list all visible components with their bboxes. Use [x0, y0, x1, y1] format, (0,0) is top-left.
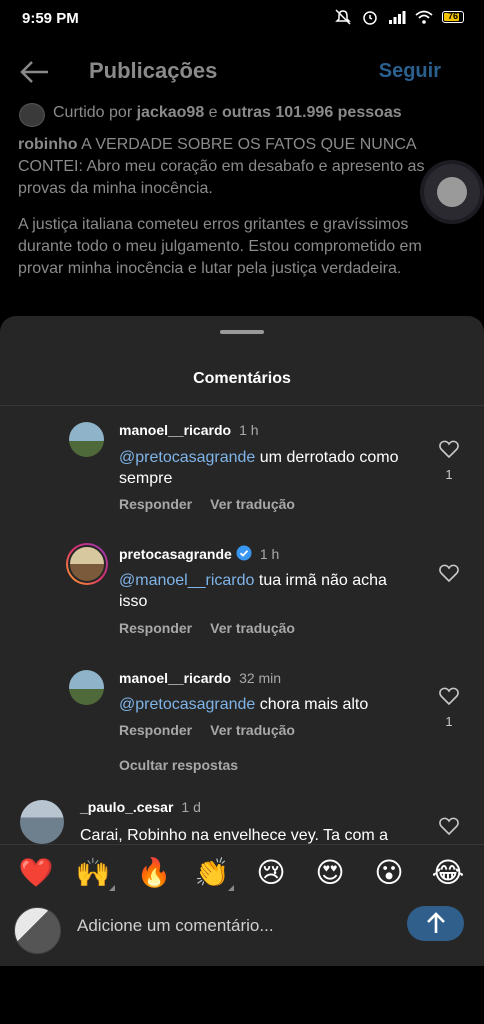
send-button[interactable]: [407, 906, 464, 941]
emoji-heart-eyes[interactable]: 😍: [312, 857, 348, 889]
reply-button[interactable]: Responder: [119, 722, 192, 738]
hide-replies-button[interactable]: Ocultar respostas: [119, 757, 238, 773]
divider: [0, 405, 484, 406]
emoji-glyph: 👏: [194, 856, 230, 889]
comment-username[interactable]: manoel__ricardo: [119, 670, 231, 686]
liked-prefix: Curtido por: [53, 104, 133, 121]
emoji-glyph: 🙌: [75, 856, 111, 889]
emoji-clap[interactable]: 👏: [194, 856, 234, 891]
comment-username[interactable]: manoel__ricardo: [119, 422, 231, 438]
sheet-drag-handle[interactable]: [220, 330, 264, 334]
emoji-laughing[interactable]: 😂: [430, 857, 466, 889]
arrow-up-icon: [427, 912, 445, 933]
liked-user[interactable]: jackao98: [137, 104, 205, 121]
comment-input[interactable]: [77, 916, 397, 936]
comment-actions: Responder Ver tradução: [119, 620, 313, 636]
emoji-bar: [0, 844, 484, 907]
comment-username[interactable]: _paulo_.cesar: [80, 799, 173, 815]
mute-icon: [335, 9, 351, 25]
status-time: 9:59 PM: [22, 10, 79, 27]
follow-button[interactable]: Seguir: [379, 60, 441, 83]
reply-button[interactable]: Responder: [119, 620, 192, 636]
liked-by-line[interactable]: Curtido por jackao98 e outras 101.996 pe…: [53, 104, 402, 122]
comment-body: chora mais alto: [255, 696, 369, 713]
post-caption: robinho A VERDADE SOBRE OS FATOS QUE NUN…: [18, 134, 458, 294]
comment-header: pretocasagrande 1 h: [119, 545, 279, 562]
battery-icon: 76: [442, 11, 464, 23]
emoji-raised-hands[interactable]: 🙌: [75, 856, 115, 891]
page-title: Publicações: [89, 58, 218, 83]
heart-icon[interactable]: [439, 564, 459, 582]
composer-avatar: [14, 907, 61, 954]
back-arrow-icon[interactable]: [18, 58, 50, 86]
translate-button[interactable]: Ver tradução: [210, 620, 295, 636]
liked-by-avatar[interactable]: [19, 103, 45, 127]
comment-text: @pretocasagrande chora mais alto: [119, 694, 409, 715]
comment-time: 32 min: [239, 670, 282, 686]
translate-button[interactable]: Ver tradução: [210, 722, 295, 738]
caption-author[interactable]: robinho: [18, 136, 78, 153]
alarm-icon: [363, 11, 377, 25]
reply-button[interactable]: Responder: [119, 496, 192, 512]
emoji-surprised[interactable]: 😮: [371, 857, 407, 889]
emoji-crying[interactable]: 😢: [253, 857, 289, 889]
sheet-title: Comentários: [193, 370, 291, 387]
comment-mention[interactable]: @pretocasagrande: [119, 449, 255, 466]
comment-actions: Responder Ver tradução: [119, 496, 313, 512]
liked-and: e: [208, 104, 218, 121]
avatar[interactable]: [20, 800, 64, 844]
battery-level: 76: [447, 11, 458, 21]
like-count: 1: [445, 467, 453, 482]
verified-badge-icon: [236, 545, 252, 561]
comment-time: 1 h: [239, 422, 259, 438]
comment-mention[interactable]: @pretocasagrande: [119, 696, 255, 713]
comment-text: @manoel__ricardo tua irmã não acha isso: [119, 570, 419, 612]
comment-actions: Responder Ver tradução: [119, 722, 313, 738]
comment-time: 1 d: [181, 799, 201, 815]
like-count: 1: [445, 714, 453, 729]
emoji-heart[interactable]: ❤️: [18, 857, 54, 889]
liked-others[interactable]: outras 101.996 pessoas: [222, 104, 402, 121]
wifi-icon: [415, 10, 433, 24]
comment-time: 1 h: [259, 546, 280, 562]
comment-mention[interactable]: @manoel__ricardo: [119, 572, 254, 589]
comment-header: manoel__ricardo 1 h: [119, 422, 259, 438]
caption-text-1: A VERDADE SOBRE OS FATOS QUE NUNCA CONTE…: [18, 136, 425, 197]
comment-header: _paulo_.cesar 1 d: [80, 799, 201, 815]
comment-username[interactable]: pretocasagrande: [119, 546, 232, 562]
comment-header: manoel__ricardo 32 min: [119, 670, 281, 686]
avatar[interactable]: [69, 670, 104, 705]
avatar[interactable]: [66, 543, 108, 585]
heart-icon[interactable]: [439, 687, 459, 705]
assistive-touch-button[interactable]: [424, 164, 480, 220]
heart-icon[interactable]: [439, 817, 459, 835]
emoji-fire[interactable]: 🔥: [136, 857, 172, 889]
comment-text: Carai, Robinho na envelhece vey. Ta com …: [80, 827, 389, 844]
comment-text: @pretocasagrande um derrotado como sempr…: [119, 447, 399, 489]
translate-button[interactable]: Ver tradução: [210, 496, 295, 512]
caption-text-2: A justiça italiana cometeu erros gritant…: [18, 216, 422, 277]
status-icons: 76: [334, 9, 464, 25]
signal-icon: [389, 11, 406, 24]
heart-icon[interactable]: [439, 440, 459, 458]
avatar[interactable]: [69, 422, 104, 457]
